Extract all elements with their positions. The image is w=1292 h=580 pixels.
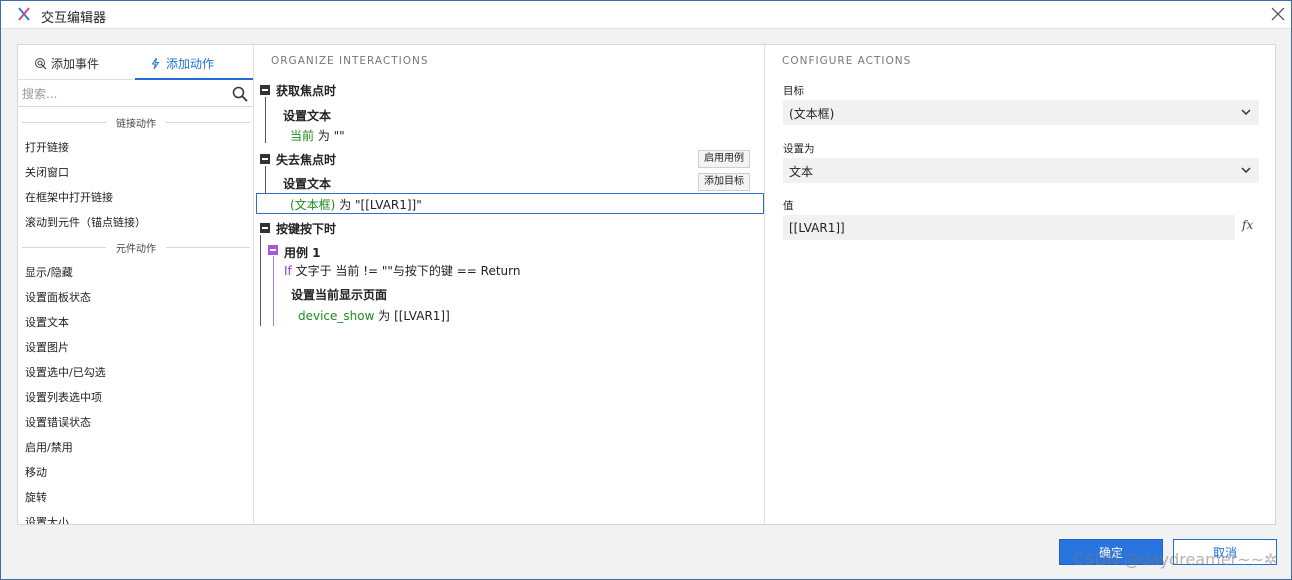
action-item-set-error-state[interactable]: 设置错误状态: [25, 414, 91, 430]
event-cursor-icon: [35, 58, 47, 70]
tab-add-action-label: 添加动作: [166, 57, 215, 71]
action-item-set-image[interactable]: 设置图片: [25, 339, 69, 355]
section-header: CONFIGURE ACTIONS: [782, 55, 912, 67]
tree-line: [260, 235, 261, 326]
case-condition[interactable]: If 文字于 当前 != ""与按下的键 == Return: [284, 262, 521, 279]
action-item-set-size[interactable]: 设置大小: [25, 514, 69, 524]
action-title[interactable]: 设置文本: [283, 107, 331, 124]
action-detail-selected[interactable]: (文本框) 为 "[[LVAR1]]": [290, 196, 422, 213]
event-on-key-down[interactable]: 按键按下时: [276, 220, 336, 237]
action-item-set-selected[interactable]: 设置选中/已勾选: [25, 364, 106, 380]
actions-library-panel: 添加事件 添加动作 链接动作: [18, 45, 254, 524]
chevron-down-icon: [1241, 167, 1251, 174]
action-target: 当前: [290, 129, 315, 143]
value-label: 值: [783, 200, 794, 212]
target-select[interactable]: (文本框): [783, 100, 1259, 125]
tab-add-action[interactable]: 添加动作: [149, 55, 214, 72]
target-select-value: (文本框): [789, 107, 835, 121]
condition-keyword: If: [284, 264, 292, 278]
case-title[interactable]: 用例 1: [284, 244, 321, 261]
collapse-toggle-icon[interactable]: [260, 85, 270, 95]
value-input[interactable]: [783, 215, 1235, 240]
event-on-focus[interactable]: 获取焦点时: [276, 82, 336, 99]
organize-interactions-panel: ORGANIZE INTERACTIONS 获取焦点时 设置文本 当前 为 ""…: [255, 45, 765, 524]
divider: [166, 122, 250, 123]
fx-function-icon[interactable]: fx: [1242, 218, 1253, 232]
target-label: 目标: [783, 85, 804, 97]
configure-actions-panel: CONFIGURE ACTIONS 目标 (文本框) 设置为 文本 值 fx: [766, 45, 1275, 524]
divider: [166, 247, 250, 248]
tab-add-event[interactable]: 添加事件: [34, 55, 99, 72]
tab-add-event-label: 添加事件: [51, 57, 100, 71]
action-item-open-link[interactable]: 打开链接: [25, 139, 69, 155]
cancel-button[interactable]: 取消: [1173, 539, 1277, 565]
close-icon[interactable]: [1269, 5, 1287, 23]
window-title: 交互编辑器: [41, 11, 107, 26]
action-target: (文本框): [290, 198, 336, 212]
chevron-down-icon: [1241, 109, 1251, 116]
tree-line: [265, 97, 266, 143]
condition-text: 文字于 当前 != ""与按下的键 == Return: [291, 264, 521, 278]
action-item-show-hide[interactable]: 显示/隐藏: [25, 264, 73, 280]
set-as-select[interactable]: 文本: [783, 158, 1259, 183]
active-tab-indicator: [135, 78, 253, 80]
action-detail[interactable]: device_show 为 [[LVAR1]]: [298, 307, 450, 324]
tree-line: [265, 166, 266, 194]
search-icon[interactable]: [232, 86, 248, 102]
set-as-label: 设置为: [783, 143, 815, 155]
collapse-toggle-icon[interactable]: [260, 154, 270, 164]
action-item-set-text[interactable]: 设置文本: [25, 314, 69, 330]
app-logo-icon: [18, 7, 30, 21]
search-bar: [18, 81, 253, 107]
action-item-set-list-selection[interactable]: 设置列表选中项: [25, 389, 102, 405]
set-as-select-value: 文本: [789, 165, 814, 179]
section-header: ORGANIZE INTERACTIONS: [271, 55, 429, 67]
action-item-rotate[interactable]: 旋转: [25, 489, 47, 505]
case-tree-line: [273, 256, 274, 326]
action-rest: 为 [[LVAR1]]: [374, 309, 450, 323]
action-item-enable-disable[interactable]: 启用/禁用: [25, 439, 73, 455]
collapse-toggle-icon[interactable]: [260, 223, 270, 233]
action-item-set-panel-state[interactable]: 设置面板状态: [25, 289, 91, 305]
action-rest: 为 "": [314, 129, 345, 143]
action-detail[interactable]: 当前 为 "": [290, 127, 345, 144]
action-item-close-window[interactable]: 关闭窗口: [25, 164, 69, 180]
add-target-button[interactable]: 添加目标: [698, 173, 750, 191]
search-input[interactable]: [22, 84, 222, 104]
ok-button[interactable]: 确定: [1059, 539, 1163, 565]
panel-tabs: 添加事件 添加动作: [18, 45, 253, 80]
action-title[interactable]: 设置当前显示页面: [291, 286, 387, 303]
enable-case-button[interactable]: 启用用例: [698, 150, 750, 168]
editor-content: 添加事件 添加动作 链接动作: [17, 44, 1276, 525]
group-widget-actions: 元件动作: [18, 239, 253, 255]
action-item-scroll-to-widget[interactable]: 滚动到元件（锚点链接）: [25, 214, 146, 230]
title-bar: 交互编辑器: [1, 1, 1291, 29]
action-title[interactable]: 设置文本: [283, 175, 331, 192]
event-on-blur[interactable]: 失去焦点时: [276, 151, 336, 168]
action-target: device_show: [298, 309, 375, 323]
interaction-editor-dialog: 交互编辑器 添加事件 添加动作 搜索... 链接动作 打开链接 关闭窗口 在框架…: [0, 0, 1292, 580]
lightning-icon: [151, 57, 160, 70]
action-rest: 为 "[[LVAR1]]": [335, 198, 422, 212]
action-item-move[interactable]: 移动: [25, 464, 47, 480]
group-link-actions: 链接动作: [18, 114, 253, 130]
case-collapse-toggle-icon[interactable]: [268, 245, 278, 255]
action-item-open-in-frame[interactable]: 在框架中打开链接: [25, 189, 113, 205]
